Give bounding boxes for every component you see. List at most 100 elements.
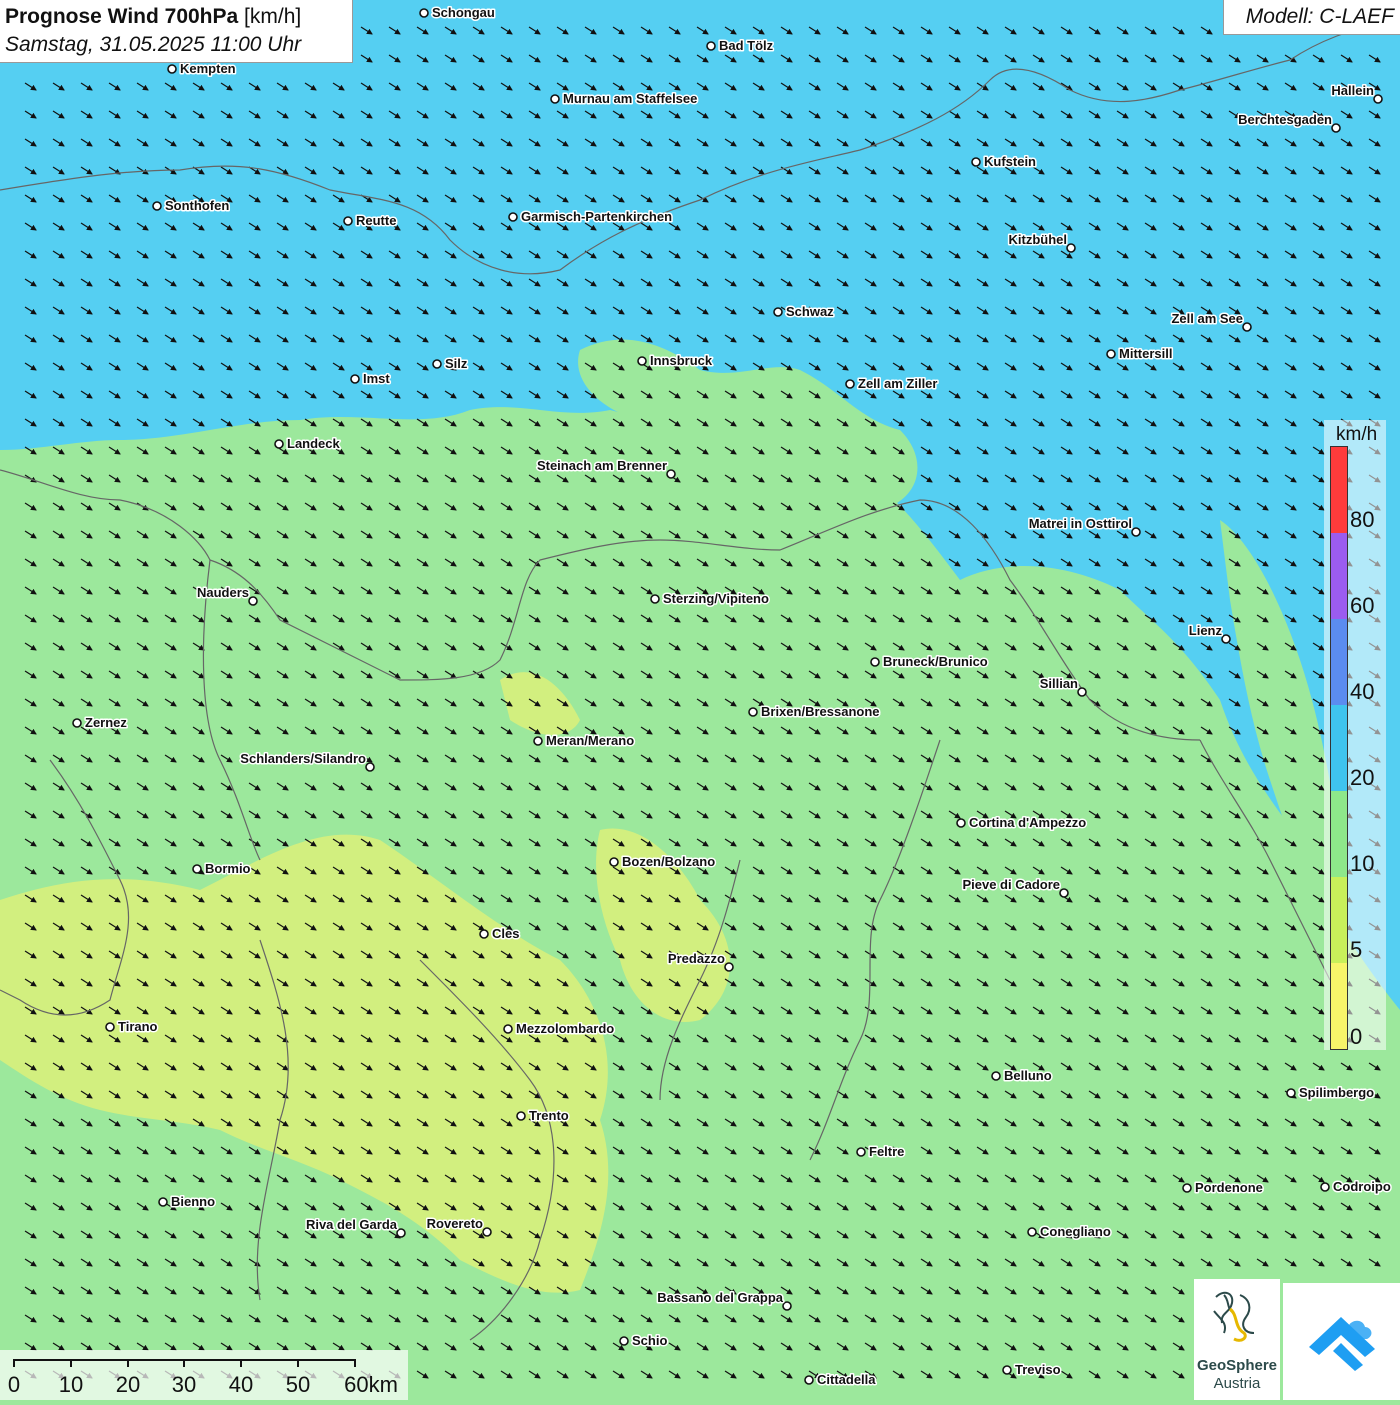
city-dot-icon — [365, 762, 375, 772]
city-name: Innsbruck — [650, 353, 713, 368]
city-dot-icon — [1373, 94, 1383, 104]
city-marker: Mezzolombardo — [503, 1020, 616, 1038]
city-dot-icon — [804, 1375, 814, 1385]
city-name: Treviso — [1015, 1362, 1061, 1377]
legend-label: 80 — [1350, 507, 1375, 532]
city-name: Schongau — [432, 5, 495, 20]
scale-label: 30 — [171, 1372, 197, 1397]
forecast-datetime: Samstag, 31.05.2025 11:00 Uhr — [5, 33, 302, 56]
legend-segment — [1331, 963, 1347, 1050]
city-marker: Sterzing/Vipiteno — [650, 590, 770, 608]
city-dot-icon — [1331, 123, 1341, 133]
geosphere-logo[interactable]: GeoSphere Austria — [1194, 1279, 1280, 1400]
city-name: Feltre — [869, 1144, 904, 1159]
city-dot-icon — [637, 356, 647, 366]
city-marker: Zell am Ziller — [845, 375, 939, 393]
city-name: Zell am See — [1171, 311, 1243, 326]
legend-label: 40 — [1350, 679, 1375, 704]
city-dot-icon — [158, 1197, 168, 1207]
city-name: Reutte — [356, 213, 396, 228]
city-name: Kempten — [180, 61, 236, 76]
title-bold: Prognose Wind 700hPa — [5, 5, 239, 28]
weather-app-logo[interactable] — [1283, 1283, 1400, 1400]
city-dot-icon — [991, 1071, 1001, 1081]
city-dot-icon — [1320, 1182, 1330, 1192]
scale-label: 40 — [228, 1372, 254, 1397]
city-dot-icon — [274, 439, 284, 449]
city-marker: Cortina d'Ampezzo — [956, 814, 1088, 832]
city-name: Imst — [363, 371, 390, 386]
city-name: Bassano del Grappa — [657, 1290, 783, 1305]
city-dot-icon — [516, 1111, 526, 1121]
city-dot-icon — [748, 707, 758, 717]
city-dot-icon — [105, 1022, 115, 1032]
city-marker: Brixen/Bressanone — [748, 703, 881, 721]
city-marker: Conegliano — [1027, 1223, 1112, 1241]
city-name: Berchtesgaden — [1238, 112, 1332, 127]
scale-label: 50 — [285, 1372, 311, 1397]
city-name: Sillian — [1040, 676, 1078, 691]
scale-label: 0 — [7, 1372, 21, 1397]
city-name: Schio — [632, 1333, 667, 1348]
title-unit: [km/h] — [238, 5, 302, 28]
city-dot-icon — [152, 201, 162, 211]
city-name: Cles — [492, 926, 519, 941]
city-dot-icon — [350, 374, 360, 384]
city-dot-icon — [482, 1227, 492, 1237]
city-marker: Meran/Merano — [533, 732, 636, 750]
city-dot-icon — [72, 718, 82, 728]
city-name: Bienno — [171, 1194, 215, 1209]
city-marker: Pordenone — [1182, 1179, 1264, 1197]
city-name: Cortina d'Ampezzo — [969, 815, 1086, 830]
city-name: Bormio — [205, 861, 251, 876]
city-dot-icon — [782, 1301, 792, 1311]
scale-tick — [297, 1359, 299, 1367]
city-name: Steinach am Brenner — [537, 458, 667, 473]
city-dot-icon — [396, 1228, 406, 1238]
city-name: Landeck — [287, 436, 341, 451]
city-name: Mittersill — [1119, 346, 1172, 361]
scale-bar: 0 10 20 30 40 50 60km — [0, 1350, 408, 1400]
city-name: Zell am Ziller — [858, 376, 937, 391]
city-dot-icon — [706, 41, 716, 51]
geosphere-name: GeoSphere — [1196, 1357, 1278, 1374]
city-marker: Spilimbergo — [1286, 1084, 1376, 1102]
legend-label: 60 — [1350, 593, 1375, 618]
city-name: Nauders — [197, 585, 249, 600]
city-name: Trento — [529, 1108, 569, 1123]
model-box: Modell: C-LAEF — [1223, 0, 1400, 35]
city-name: Rovereto — [427, 1216, 483, 1231]
city-dot-icon — [724, 962, 734, 972]
city-dot-icon — [1059, 888, 1069, 898]
scale-tick — [13, 1359, 15, 1367]
city-dot-icon — [1002, 1365, 1012, 1375]
city-name: Codroipo — [1333, 1179, 1391, 1194]
wind-map: Schongau Bad Tölz Kempten Murnau am Staffel… — [0, 0, 1400, 1400]
city-name: Kufstein — [984, 154, 1036, 169]
city-name: Bozen/Bolzano — [622, 854, 715, 869]
city-dot-icon — [1027, 1227, 1037, 1237]
city-name: Zernez — [85, 715, 127, 730]
city-name: Riva del Garda — [306, 1217, 398, 1232]
city-dot-icon — [167, 64, 177, 74]
app-emblem-icon — [1309, 1317, 1375, 1371]
city-dot-icon — [1066, 243, 1076, 253]
color-legend: km/h 80 60 40 20 10 5 0 — [1324, 420, 1386, 1050]
legend-label: 0 — [1350, 1024, 1363, 1049]
city-dot-icon — [1077, 687, 1087, 697]
city-marker: Schongau — [419, 4, 496, 22]
city-name: Predazzo — [668, 951, 725, 966]
city-name: Tirano — [118, 1019, 158, 1034]
legend-label: 10 — [1350, 851, 1375, 876]
city-name: Schlanders/Silandro — [240, 751, 366, 766]
scale-label: 20 — [115, 1372, 141, 1397]
city-dot-icon — [343, 216, 353, 226]
city-dot-icon — [419, 8, 429, 18]
legend-segment — [1331, 447, 1347, 534]
city-name: Conegliano — [1040, 1224, 1111, 1239]
city-dot-icon — [773, 307, 783, 317]
city-marker: Innsbruck — [637, 352, 714, 370]
city-name: Cittadella — [817, 1372, 876, 1387]
city-name: Brixen/Bressanone — [761, 704, 880, 719]
city-name: Bruneck/Brunico — [883, 654, 988, 669]
